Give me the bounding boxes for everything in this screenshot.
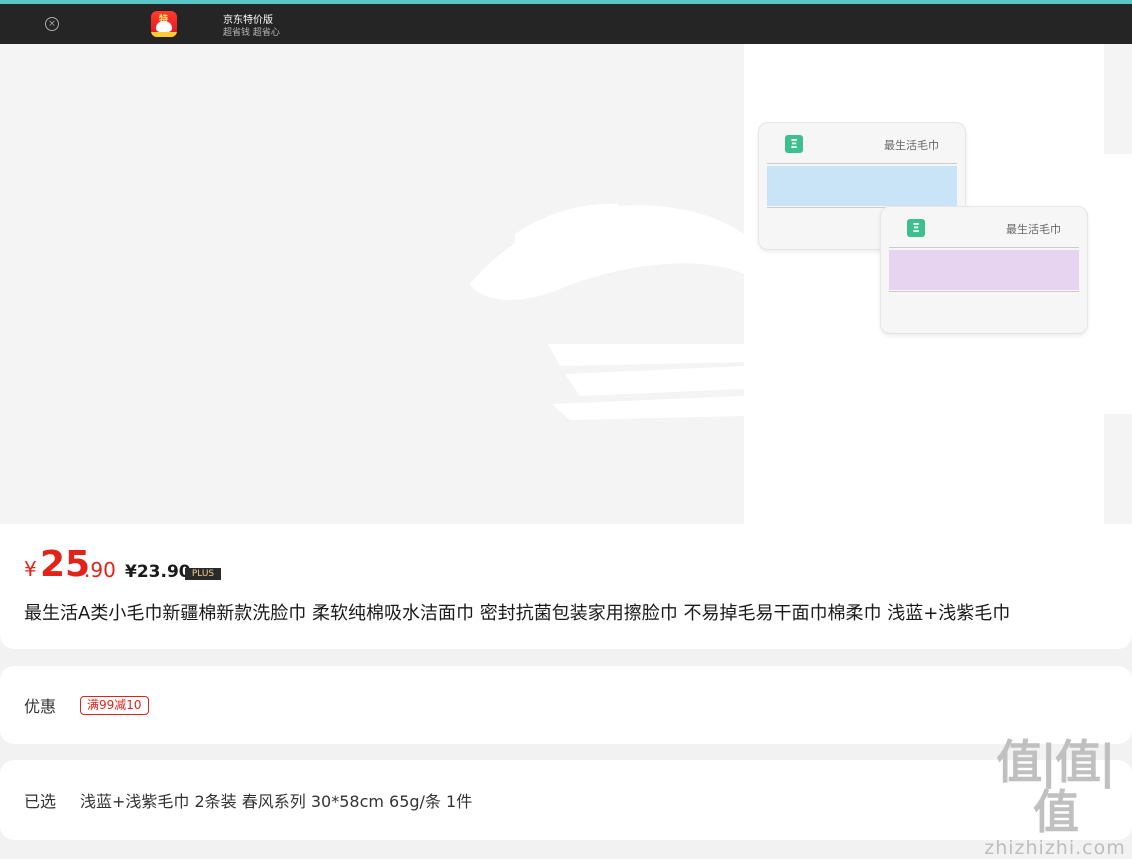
price-decimal: .90 — [84, 558, 116, 582]
selected-spec-value: 浅蓝+浅紫毛巾 2条装 春风系列 30*58cm 65g/条 1件 — [80, 792, 473, 811]
watermark-site: zhizhizhi.com — [984, 837, 1126, 859]
price-currency: ¥ — [24, 557, 37, 581]
towel-package-purple: Ξ 最生活毛巾 — [880, 206, 1088, 334]
logo-strip — [151, 32, 177, 37]
towel-band-purple — [889, 250, 1079, 290]
coupon-tag[interactable]: 满99减10 — [80, 696, 149, 715]
plus-badge: PLUS — [185, 568, 221, 580]
selected-label: 已选 — [24, 792, 57, 811]
logo-mascot — [156, 21, 172, 32]
app-slogan: 超省钱 超省心 — [223, 28, 280, 38]
app-download-bar: × 特 京东特价版 超省钱 超省心 — [0, 4, 1132, 44]
package-seam — [889, 291, 1079, 292]
towel-brand-label: 最生活毛巾 — [1006, 223, 1061, 236]
watermark-logo: 值|值|值 — [996, 735, 1116, 839]
brand-logo-icon: Ξ — [785, 135, 803, 153]
selected-spec-row[interactable]: 已选 浅蓝+浅紫毛巾 2条装 春风系列 30*58cm 65g/条 1件 — [0, 760, 1132, 840]
close-icon[interactable]: × — [45, 17, 59, 31]
towel-brand-label: 最生活毛巾 — [884, 139, 939, 152]
package-seam — [889, 247, 1079, 248]
product-image-area[interactable]: Ξ 最生活毛巾 Ξ 最生活毛巾 — [0, 44, 1132, 524]
towel-band-blue — [767, 166, 957, 206]
package-seam — [767, 163, 957, 164]
price-title-card: ¥ 25 .90 ¥23.90 PLUS 最生活A类小毛巾新疆棉新款洗脸巾 柔软… — [0, 524, 1132, 649]
app-name[interactable]: 京东特价版 — [223, 11, 273, 26]
site-watermark: 值|值|值 zhizhizhi.com — [980, 737, 1130, 859]
coupon-row[interactable]: 优惠 满99减10 — [0, 666, 1132, 744]
price-integer: 25 — [40, 544, 91, 585]
product-title: 最生活A类小毛巾新疆棉新款洗脸巾 柔软纯棉吸水洁面巾 密封抗菌包装家用擦脸巾 不… — [24, 603, 1011, 624]
coupon-label: 优惠 — [24, 697, 57, 716]
plus-member-price: ¥23.90 — [125, 562, 191, 582]
brand-logo-icon: Ξ — [907, 219, 925, 237]
app-logo: 特 — [151, 11, 177, 37]
